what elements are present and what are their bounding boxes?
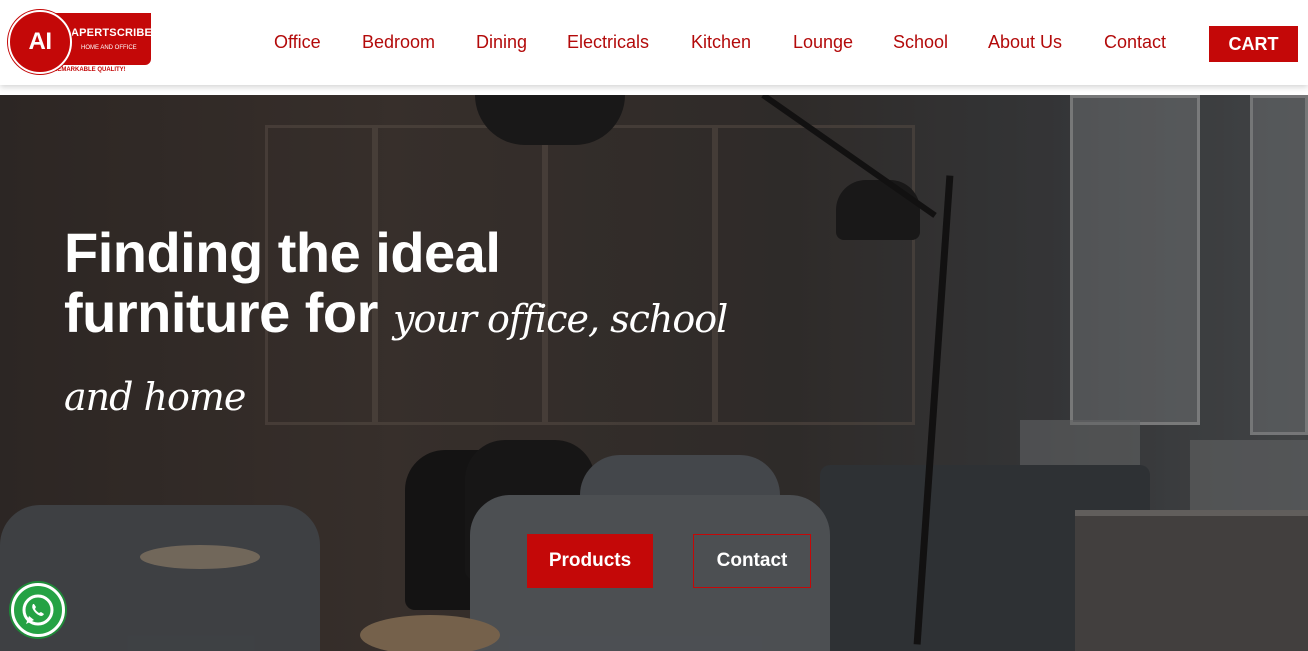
nav-dining[interactable]: Dining	[476, 32, 527, 53]
nav-bedroom[interactable]: Bedroom	[362, 32, 435, 53]
nav-electricals[interactable]: Electricals	[567, 32, 649, 53]
logo-badge: AI	[8, 10, 72, 74]
nav-office[interactable]: Office	[274, 32, 321, 53]
hero-section: Finding the ideal furniture for your off…	[0, 95, 1308, 651]
whatsapp-icon	[22, 594, 54, 626]
headline-script1: your office, school	[392, 297, 728, 341]
logo-subtitle: HOME AND OFFICE	[81, 45, 137, 51]
hero-headline: Finding the ideal furniture for your off…	[64, 221, 728, 349]
brand-logo[interactable]: APERTSCRIBE HOME AND OFFICE AI REMARKABL…	[8, 10, 154, 78]
nav-lounge[interactable]: Lounge	[793, 32, 853, 53]
headline-line2: furniture for	[64, 281, 378, 344]
nav-school[interactable]: School	[893, 32, 948, 53]
headline-script2: and home	[64, 375, 246, 419]
nav-contact[interactable]: Contact	[1104, 32, 1166, 53]
nav-about-us[interactable]: About Us	[988, 32, 1062, 53]
products-button[interactable]: Products	[527, 534, 653, 588]
contact-button[interactable]: Contact	[693, 534, 811, 588]
headline-line1: Finding the ideal	[64, 221, 501, 284]
cart-button[interactable]: CART	[1209, 26, 1298, 62]
logo-name: APERTSCRIBE	[71, 27, 153, 39]
nav-kitchen[interactable]: Kitchen	[691, 32, 751, 53]
whatsapp-button[interactable]	[11, 583, 65, 637]
logo-initials: AI	[28, 28, 53, 55]
site-header: APERTSCRIBE HOME AND OFFICE AI REMARKABL…	[0, 0, 1308, 85]
hero-overlay	[0, 95, 1308, 651]
logo-tagline: REMARKABLE QUALITY!	[53, 67, 126, 73]
